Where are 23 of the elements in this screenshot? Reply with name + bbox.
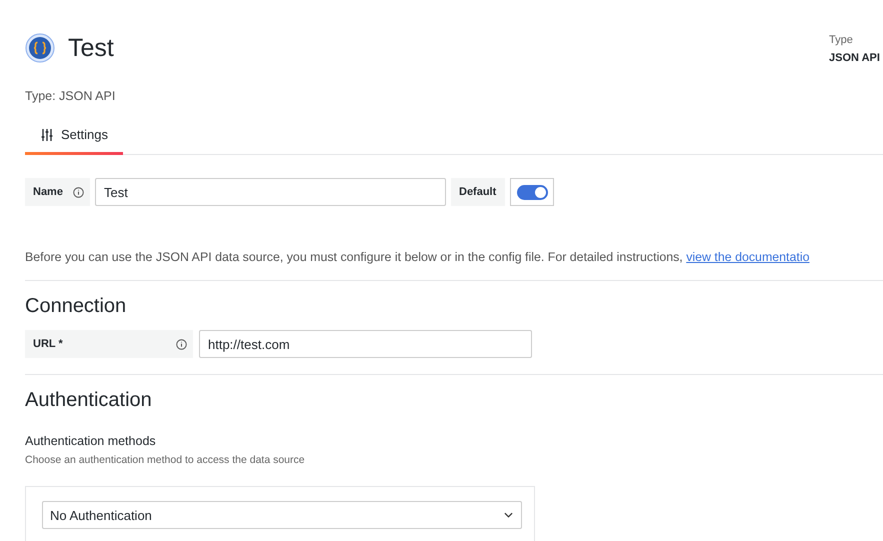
info-icon (176, 339, 187, 350)
settings-tab[interactable]: Settings (25, 123, 123, 155)
methods-description: Choose an authentication method to access the data source (25, 454, 306, 466)
sliders-icon (40, 128, 54, 142)
name-field[interactable]: Test (95, 178, 446, 206)
authentication-heading: Authentication (25, 389, 153, 412)
connection-heading: Connection (25, 295, 128, 318)
default-toggle[interactable] (516, 184, 548, 200)
braces-logo-icon (25, 33, 55, 63)
info-icon (73, 187, 84, 198)
intro-text: Before you can use the JSON API data source, you must configure it below or in the config file. For detailed instructions, view the documentatio (25, 250, 810, 264)
url-label: URL * (25, 330, 193, 358)
name-label: Name (25, 178, 90, 206)
page-title: Test (68, 34, 114, 62)
type-label: Type (829, 34, 854, 46)
type-value: JSON API (829, 52, 881, 64)
subtitle: Type: JSON API (25, 89, 116, 103)
url-field[interactable]: http://test.com (199, 330, 532, 358)
methods-label: Authentication methods (25, 434, 157, 448)
documentation-link[interactable]: view the documentatio (686, 250, 810, 264)
chevron-down-icon (504, 512, 513, 518)
default-label: Default (451, 178, 505, 206)
auth-method-dropdown[interactable]: No Authentication (42, 501, 522, 529)
